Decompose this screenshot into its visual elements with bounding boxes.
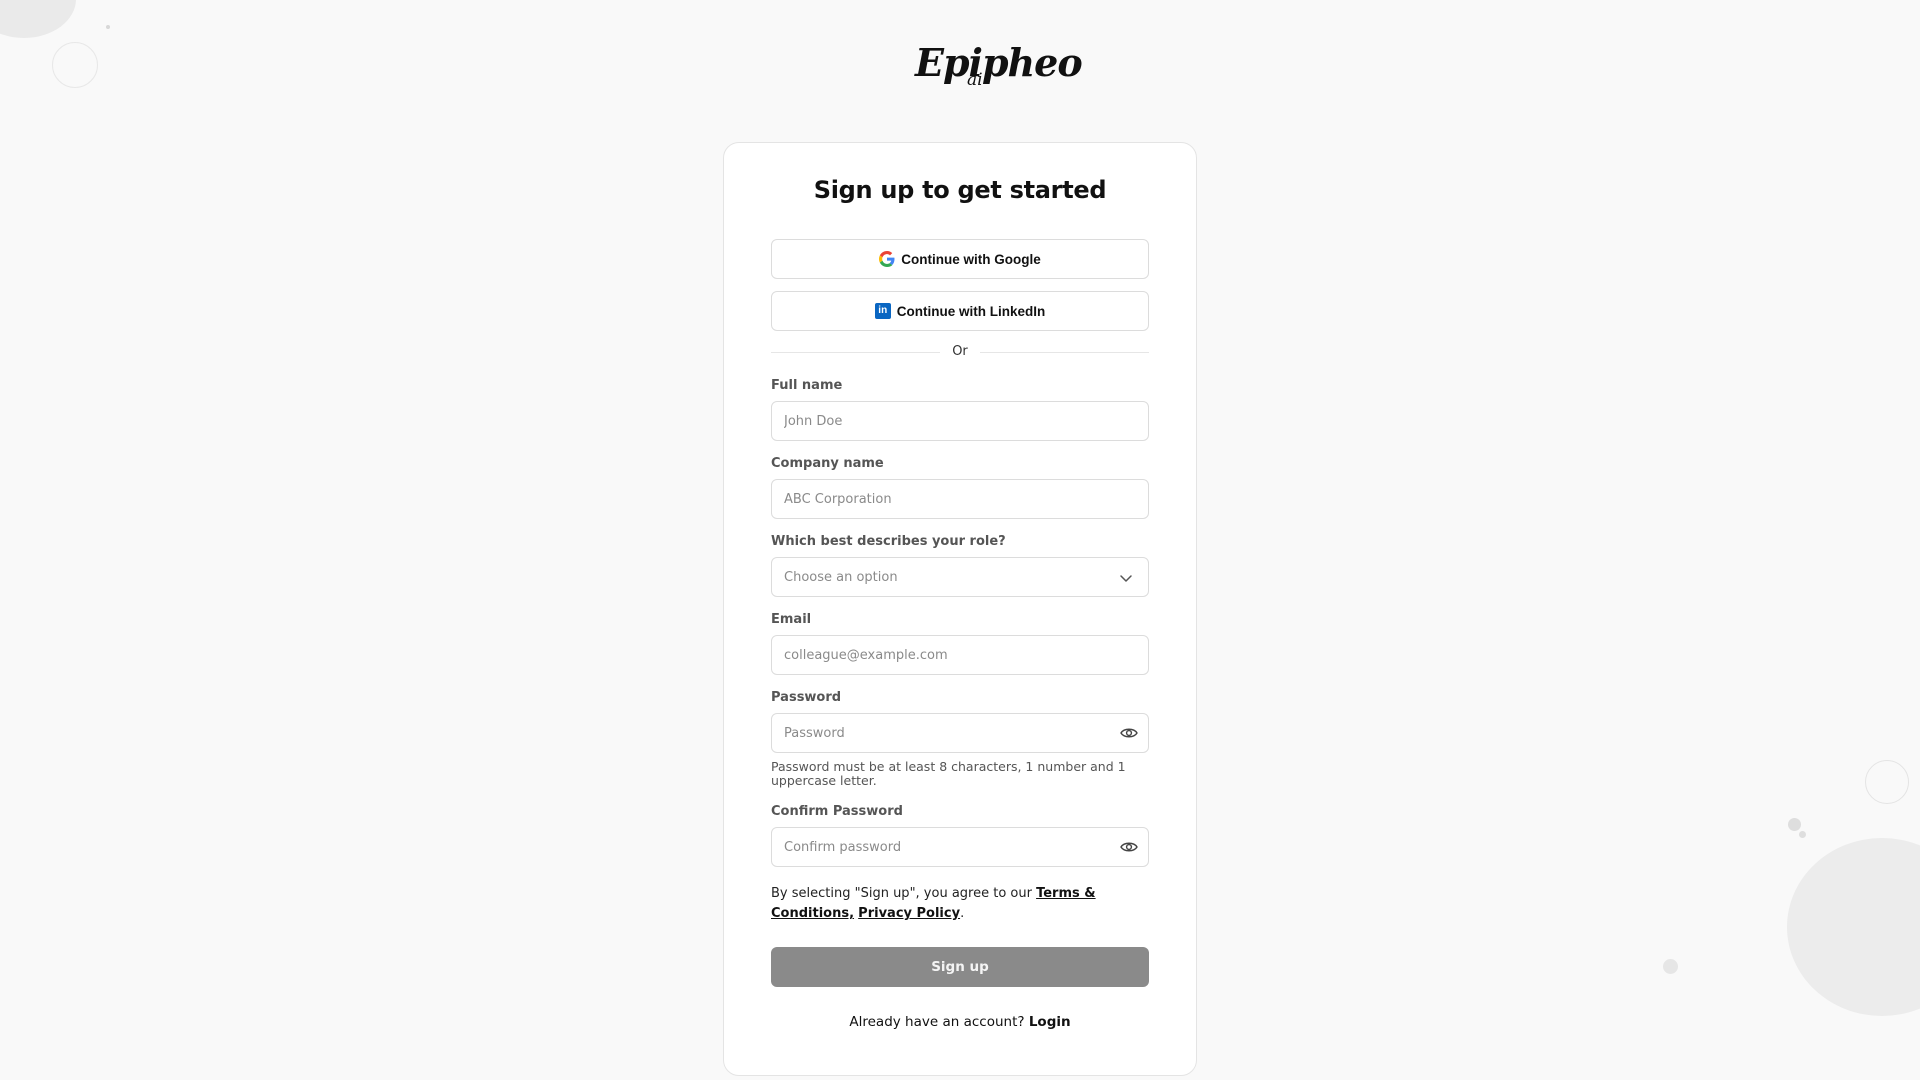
role-select-value: Choose an option (784, 569, 898, 585)
background-dot (1788, 818, 1801, 831)
email-label: Email (771, 612, 812, 627)
eye-icon[interactable] (1119, 837, 1139, 857)
linkedin-signin-button[interactable]: in Continue with LinkedIn (771, 291, 1149, 331)
password-input[interactable] (771, 713, 1149, 753)
logo-subtext: ai (967, 70, 983, 90)
full-name-label: Full name (771, 378, 843, 393)
background-ring (52, 42, 98, 88)
google-button-label: Continue with Google (901, 251, 1041, 267)
brand-logo: Epipheo ai (915, 40, 1083, 94)
eye-icon[interactable] (1119, 723, 1139, 743)
terms-suffix: . (960, 906, 965, 921)
google-signin-button[interactable]: Continue with Google (771, 239, 1149, 279)
confirm-password-label: Confirm Password (771, 804, 903, 819)
sign-up-button[interactable]: Sign up (771, 947, 1149, 987)
confirm-password-input[interactable] (771, 827, 1149, 867)
role-select[interactable]: Choose an option (771, 557, 1149, 597)
signup-card (723, 142, 1197, 1076)
divider-left (771, 352, 940, 353)
logo-wordmark: Epipheo (915, 40, 1083, 85)
password-hint: Password must be at least 8 characters, … (771, 759, 1126, 788)
login-prompt-text: Already have an account? (849, 1014, 1025, 1030)
privacy-policy-link[interactable]: Privacy Policy (858, 906, 960, 921)
terms-prefix: By selecting "Sign up", you agree to our (771, 886, 1037, 901)
chevron-down-icon (1120, 575, 1132, 582)
background-circle (0, 0, 76, 38)
background-ring (1865, 760, 1909, 804)
background-dot (106, 25, 110, 29)
page-title: Sign up to get started (813, 176, 1107, 204)
divider-or-text: Or (952, 344, 968, 359)
password-label: Password (771, 690, 842, 705)
divider-right (980, 352, 1149, 353)
linkedin-button-label: Continue with LinkedIn (896, 303, 1046, 319)
login-prompt: Already have an account? Login (0, 1014, 1920, 1030)
google-icon (879, 251, 895, 267)
company-name-input[interactable] (771, 479, 1149, 519)
linkedin-icon: in (874, 303, 891, 319)
role-label: Which best describes your role? (771, 534, 1006, 549)
full-name-input[interactable] (771, 401, 1149, 441)
background-dot (1663, 959, 1678, 974)
background-circle (1787, 838, 1920, 1016)
terms-agreement: By selecting "Sign up", you agree to our… (771, 884, 1149, 924)
company-name-label: Company name (771, 456, 884, 471)
background-dot (1799, 831, 1806, 838)
login-link[interactable]: Login (1029, 1014, 1071, 1030)
email-input[interactable] (771, 635, 1149, 675)
